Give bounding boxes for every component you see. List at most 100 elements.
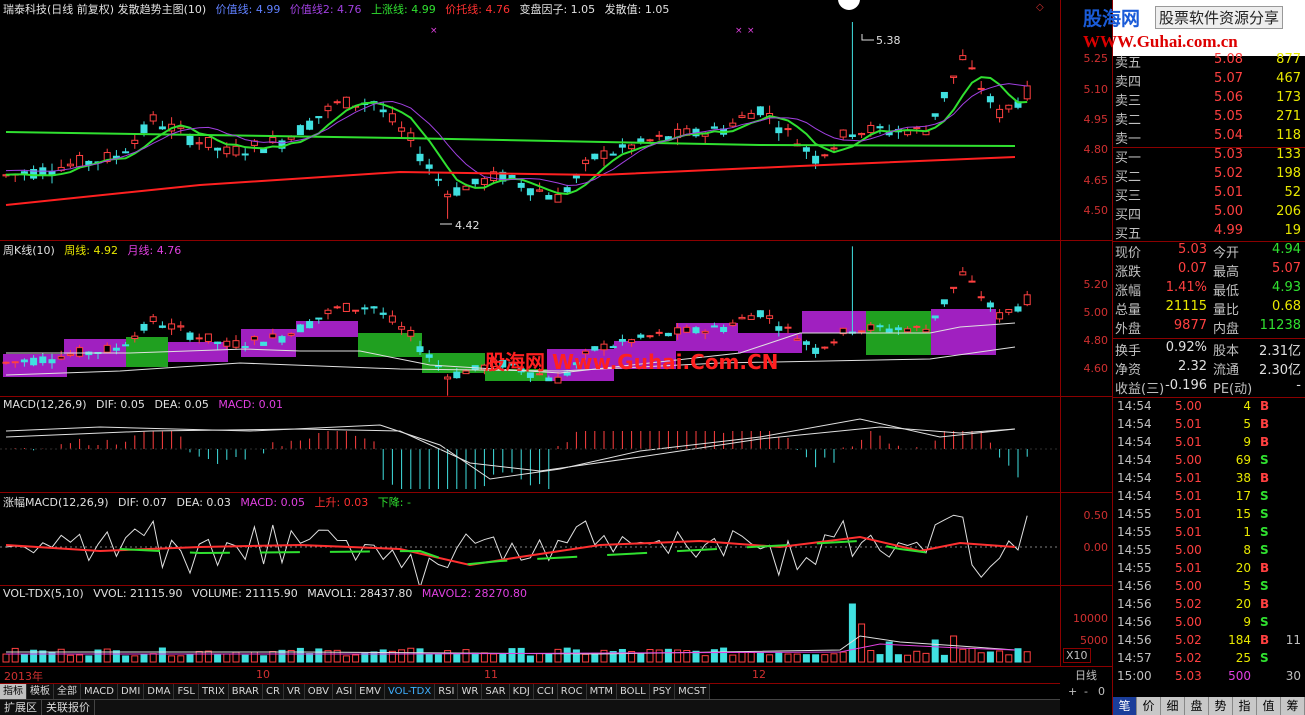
order-book-row[interactable]: 买四 5.00 206 bbox=[1115, 204, 1303, 223]
trade-side: B bbox=[1260, 435, 1270, 449]
quote-row: 收益(三) -0.196 PE(动) - bbox=[1115, 378, 1303, 397]
order-book-row[interactable]: 卖四 5.07 467 bbox=[1115, 71, 1303, 90]
order-book-row[interactable]: 买三 5.01 52 bbox=[1115, 185, 1303, 204]
trade-row[interactable]: 14:54 5.01 17 S bbox=[1115, 489, 1303, 507]
trade-row[interactable]: 14:54 5.00 69 S bbox=[1115, 453, 1303, 471]
trade-volume: 5 bbox=[1243, 417, 1251, 431]
trade-row[interactable]: 14:54 5.01 9 B bbox=[1115, 435, 1303, 453]
trade-row[interactable]: 14:56 5.00 9 S bbox=[1115, 615, 1303, 633]
quote-label: 最高 bbox=[1213, 265, 1240, 280]
indicator-tab[interactable]: OBV bbox=[304, 684, 333, 699]
macd-pane[interactable]: MACD(12,26,9) DIF: 0.05 DEA: 0.05 MACD: … bbox=[0, 397, 1060, 493]
indicator-tab[interactable]: WR bbox=[458, 684, 483, 699]
order-book-row[interactable]: 卖三 5.06 173 bbox=[1115, 90, 1303, 109]
indicator-tab[interactable]: KDJ bbox=[509, 684, 534, 699]
vol-item-1: VOLUME: 21115.90 bbox=[192, 587, 298, 600]
volume-bar bbox=[950, 635, 958, 663]
indicator-tab[interactable]: MACD bbox=[81, 684, 118, 699]
candle-body bbox=[471, 178, 479, 185]
order-book-row[interactable]: 买五 4.99 19 bbox=[1115, 223, 1303, 242]
trade-row[interactable]: 14:54 5.01 5 B bbox=[1115, 417, 1303, 435]
volume-bar bbox=[940, 654, 948, 663]
related-quote-button[interactable]: 关联报价 bbox=[42, 700, 95, 715]
indicator-tab[interactable]: CCI bbox=[533, 684, 558, 699]
trade-row[interactable]: 14:55 5.00 8 S bbox=[1115, 543, 1303, 561]
indicator-tab[interactable]: 全部 bbox=[54, 684, 81, 699]
vol-item-2: MAVOL1: 28437.80 bbox=[307, 587, 413, 600]
order-book-row[interactable]: 卖一 5.04 118 bbox=[1115, 128, 1303, 147]
volume-pane[interactable]: VOL-TDX(5,10) VVOL: 21115.90 VOLUME: 211… bbox=[0, 586, 1060, 667]
period-type[interactable]: 日线 bbox=[1060, 667, 1112, 683]
trade-row[interactable]: 15:00 5.03 500 30 bbox=[1115, 669, 1303, 687]
right-tab[interactable]: 势 bbox=[1209, 697, 1233, 715]
indicator-tab[interactable]: CR bbox=[263, 684, 284, 699]
trade-row[interactable]: 14:55 5.01 15 S bbox=[1115, 507, 1303, 525]
right-tab[interactable]: 值 bbox=[1257, 697, 1281, 715]
vol-item-3: MAVOL2: 28270.80 bbox=[421, 587, 528, 600]
trade-row[interactable]: 14:56 5.00 5 S bbox=[1115, 579, 1303, 597]
vol-axis: 10000 5000 X10 bbox=[1060, 586, 1112, 667]
order-book-row[interactable]: 买二 5.02 198 bbox=[1115, 166, 1303, 185]
diamond-icon[interactable]: ◇ bbox=[1036, 2, 1044, 13]
candle-body bbox=[416, 153, 424, 162]
trade-row[interactable]: 14:57 5.02 25 S bbox=[1115, 651, 1303, 669]
right-tab[interactable]: 细 bbox=[1161, 697, 1185, 715]
trade-row[interactable]: 14:56 5.02 184 B 11 bbox=[1115, 633, 1303, 651]
volume-bar bbox=[11, 647, 19, 663]
right-tab[interactable]: 筹 bbox=[1281, 697, 1305, 715]
candle-body bbox=[287, 136, 295, 140]
right-tab[interactable]: 价 bbox=[1137, 697, 1161, 715]
indicator-tab[interactable]: SAR bbox=[482, 684, 510, 699]
indicator-tab[interactable]: RSI bbox=[435, 684, 459, 699]
candle-body bbox=[701, 330, 709, 334]
indicator-tab[interactable]: DMI bbox=[117, 684, 145, 699]
right-tab[interactable]: 指 bbox=[1233, 697, 1257, 715]
indicator-tab[interactable]: MTM bbox=[586, 684, 617, 699]
indicator-tab[interactable]: FSL bbox=[174, 684, 199, 699]
indicator-tab[interactable]: 模板 bbox=[27, 684, 54, 699]
right-tab[interactable]: 盘 bbox=[1185, 697, 1209, 715]
candle-body bbox=[260, 341, 268, 346]
zoom-in-button[interactable]: + bbox=[1068, 685, 1077, 698]
indicator-tab[interactable]: EMV bbox=[356, 684, 385, 699]
trade-row[interactable]: 14:56 5.02 20 B bbox=[1115, 597, 1303, 615]
order-volume: 198 bbox=[1276, 166, 1301, 181]
logo-subtitle: 股票软件资源分享 bbox=[1155, 6, 1284, 29]
order-book-row[interactable]: 卖五 5.08 877 bbox=[1115, 52, 1303, 71]
indicator-tab[interactable]: DMA bbox=[144, 684, 175, 699]
indicator-tab[interactable]: PSY bbox=[649, 684, 676, 699]
quote-label: 外盘 bbox=[1115, 322, 1142, 337]
indicator-tab[interactable]: ROC bbox=[557, 684, 587, 699]
main-price-pane[interactable]: × × × 瑞泰科技(日线 前复权) 发散趋势主图(10) 价值线: 4.99 价值… bbox=[0, 0, 1060, 241]
indicator-tab[interactable]: MCST bbox=[675, 684, 711, 699]
divider bbox=[1113, 241, 1305, 242]
indicator-tab[interactable]: BOLL bbox=[616, 684, 650, 699]
trade-row[interactable]: 14:54 5.00 4 B bbox=[1115, 399, 1303, 417]
candle-body bbox=[122, 151, 130, 154]
zoom-out-button[interactable]: - bbox=[1084, 685, 1088, 698]
order-label: 卖四 bbox=[1115, 75, 1142, 90]
indicator-tab[interactable]: TRIX bbox=[198, 684, 229, 699]
right-tab[interactable]: 笔 bbox=[1113, 697, 1137, 715]
trade-row[interactable]: 14:54 5.01 38 B bbox=[1115, 471, 1303, 489]
rise-macd-pane[interactable]: 涨幅MACD(12,26,9) DIF: 0.07 DEA: 0.03 MACD… bbox=[0, 493, 1060, 586]
indicator-tab[interactable]: BRAR bbox=[228, 684, 263, 699]
order-book-row[interactable]: 卖二 5.05 271 bbox=[1115, 109, 1303, 128]
candle-body bbox=[122, 344, 130, 347]
order-book-row[interactable]: 买一 5.03 133 bbox=[1115, 147, 1303, 166]
extend-area-button[interactable]: 扩展区 bbox=[0, 700, 42, 715]
candle-body bbox=[618, 339, 626, 342]
indicator-tab[interactable]: ASI bbox=[333, 684, 357, 699]
candle-body bbox=[904, 130, 912, 136]
candle-body bbox=[655, 134, 663, 137]
macd-chart[interactable] bbox=[0, 397, 1060, 493]
volume-bar bbox=[637, 653, 645, 663]
order-label: 买一 bbox=[1115, 151, 1142, 166]
zoom-reset-button[interactable]: 0 bbox=[1098, 685, 1105, 698]
indicator-tab[interactable]: VR bbox=[283, 684, 305, 699]
trade-row[interactable]: 14:55 5.01 20 B bbox=[1115, 561, 1303, 579]
trade-row[interactable]: 14:55 5.01 1 S bbox=[1115, 525, 1303, 543]
indicator-tab[interactable]: VOL-TDX bbox=[384, 684, 436, 699]
candlestick-chart[interactable]: × × × bbox=[0, 0, 1060, 241]
indicator-tab[interactable]: 指标 bbox=[0, 684, 27, 699]
